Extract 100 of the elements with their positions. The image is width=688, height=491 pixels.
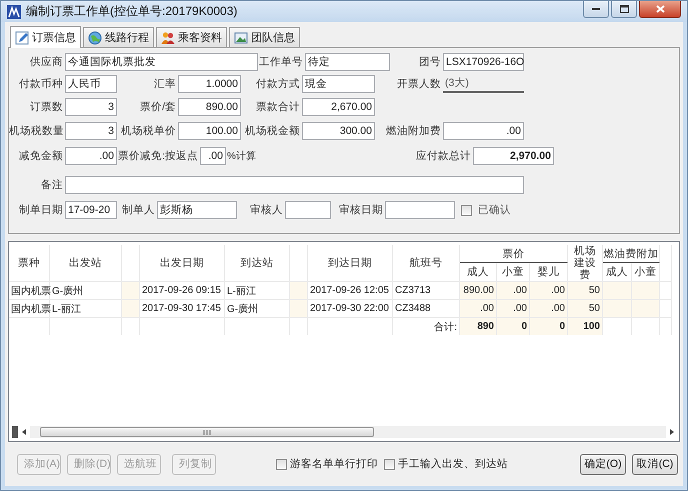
table-cell: .00 <box>497 299 530 317</box>
input-field[interactable]: 2,970.00 <box>472 147 554 165</box>
input-field[interactable]: 3 <box>65 122 117 140</box>
field-label: 燃油附加费 <box>385 124 442 138</box>
field-label: 审核日期 <box>338 203 384 217</box>
table-cell: 2017-09-30 17:45 <box>140 299 225 317</box>
field-label: 付款币种 <box>18 77 64 91</box>
table-cell: 890.00 <box>460 281 497 299</box>
column-group-header: 票价 <box>460 245 568 263</box>
table-cell: 国内机票 <box>9 299 50 317</box>
checkbox[interactable] <box>276 458 287 470</box>
ok-button[interactable]: 确定(O) <box>580 454 626 474</box>
tab[interactable]: 乘客资料 <box>156 27 227 47</box>
column-group-header: 燃油费附加 <box>603 245 660 263</box>
maximize-icon <box>620 5 628 13</box>
minimize-icon <box>592 8 600 10</box>
window-title: 编制订票工作单(控位单号:20179K0003) <box>26 3 238 20</box>
field-label: 团号 <box>418 55 442 69</box>
scroll-left-icon[interactable] <box>20 428 28 436</box>
pencil-icon <box>15 30 29 44</box>
checkbox-label: 游客名单单行打印 <box>290 457 378 471</box>
input-field[interactable]: .00 <box>65 147 117 165</box>
close-icon <box>656 5 664 13</box>
input-field[interactable]: 100.00 <box>178 122 241 140</box>
table-cell: 50 <box>568 281 603 299</box>
input-field[interactable]: 890.00 <box>178 98 241 116</box>
field-label: 制单日期 <box>18 203 64 217</box>
input-field[interactable]: 今通国际机票批发 <box>65 53 258 71</box>
field-label: 工作单号 <box>258 55 304 69</box>
table-cell: 2017-09-30 22:00 <box>308 299 393 317</box>
input-field[interactable] <box>385 201 455 219</box>
table-cell: 2017-09-26 09:15 <box>140 281 225 299</box>
checkbox-label: 手工输入出发、到达站 <box>398 457 508 471</box>
input-field[interactable] <box>65 176 524 194</box>
scroll-right-icon[interactable] <box>668 428 676 436</box>
table-cell: 2017-09-26 12:05 <box>308 281 393 299</box>
input-field[interactable]: LSX170926-16O <box>443 53 524 71</box>
field-label: 备注 <box>40 178 64 192</box>
input-field[interactable]: 3 <box>65 98 117 116</box>
field-label: 供应商 <box>29 55 64 69</box>
input-field[interactable] <box>285 201 331 219</box>
checkbox-label: 已确认 <box>478 203 511 217</box>
column-header[interactable]: 出发日期 <box>140 245 225 281</box>
people-icon <box>161 30 175 44</box>
globe-icon <box>88 30 102 44</box>
tab[interactable]: 线路行程 <box>83 27 154 47</box>
table-cell: 0 <box>530 317 568 335</box>
field-label: 机场税数量 <box>9 124 65 138</box>
table-cell: .00 <box>460 299 497 317</box>
maximize-button[interactable] <box>611 1 637 18</box>
table-cell: .00 <box>497 281 530 299</box>
table-cell: 0 <box>497 317 530 335</box>
field-label: 机场税金额 <box>244 124 301 138</box>
column-header[interactable]: 出发站 <box>50 245 122 281</box>
input-field[interactable]: 17-09-20 <box>65 201 117 219</box>
field-label: 减免金额 <box>18 149 64 163</box>
table-cell: .00 <box>530 299 568 317</box>
input-field[interactable]: 人民币 <box>65 75 117 93</box>
input-field[interactable]: .00 <box>200 147 226 165</box>
field-value: (3大) <box>443 75 524 93</box>
input-field[interactable]: 2,670.00 <box>302 98 375 116</box>
input-field[interactable]: 彭斯杨 <box>157 201 237 219</box>
app-icon <box>7 4 21 18</box>
field-label: 机场税单价 <box>120 124 177 138</box>
scrollbar-thumb[interactable] <box>40 427 374 437</box>
field-label: 票价/套 <box>139 100 177 114</box>
field-label: 票款合计 <box>255 100 301 114</box>
splitter-handle[interactable] <box>12 426 18 438</box>
unit-label: %计算 <box>226 150 256 163</box>
grip-icon <box>203 430 211 434</box>
field-label: 票价减免:按返点 <box>117 149 199 163</box>
tab[interactable]: 团队信息 <box>229 27 300 47</box>
tab[interactable]: 订票信息 <box>10 26 81 48</box>
input-field[interactable]: 1.0000 <box>178 75 241 93</box>
field-label: 订票数 <box>29 100 64 114</box>
field-label: 制单人 <box>121 203 156 217</box>
checkbox[interactable] <box>461 204 472 216</box>
field-label: 汇率 <box>153 77 177 91</box>
column-header[interactable]: 到达站 <box>225 245 290 281</box>
checkbox[interactable] <box>384 458 395 470</box>
input-field[interactable]: .00 <box>443 122 524 140</box>
empty-cell <box>9 317 50 335</box>
field-label: 开票人数 <box>396 77 442 91</box>
input-field[interactable]: 現金 <box>302 75 375 93</box>
column-header[interactable]: 到达日期 <box>308 245 393 281</box>
input-field[interactable]: 待定 <box>305 53 390 71</box>
close-button[interactable] <box>639 1 681 18</box>
field-label: 应付款总计 <box>414 149 472 163</box>
cancel-button[interactable]: 取消(C) <box>632 454 678 474</box>
minimize-button[interactable] <box>583 1 609 18</box>
table-cell: 国内机票 <box>9 281 50 299</box>
input-field[interactable]: 300.00 <box>302 122 375 140</box>
table-cell: .00 <box>530 281 568 299</box>
field-label: 审核人 <box>249 203 284 217</box>
column-header[interactable]: 航班号 <box>393 245 460 281</box>
table-cell: 890 <box>460 317 497 335</box>
column-header[interactable]: 票种 <box>9 245 50 281</box>
image-icon <box>234 30 248 44</box>
table-cell: 50 <box>568 299 603 317</box>
field-label: 付款方式 <box>255 77 301 91</box>
